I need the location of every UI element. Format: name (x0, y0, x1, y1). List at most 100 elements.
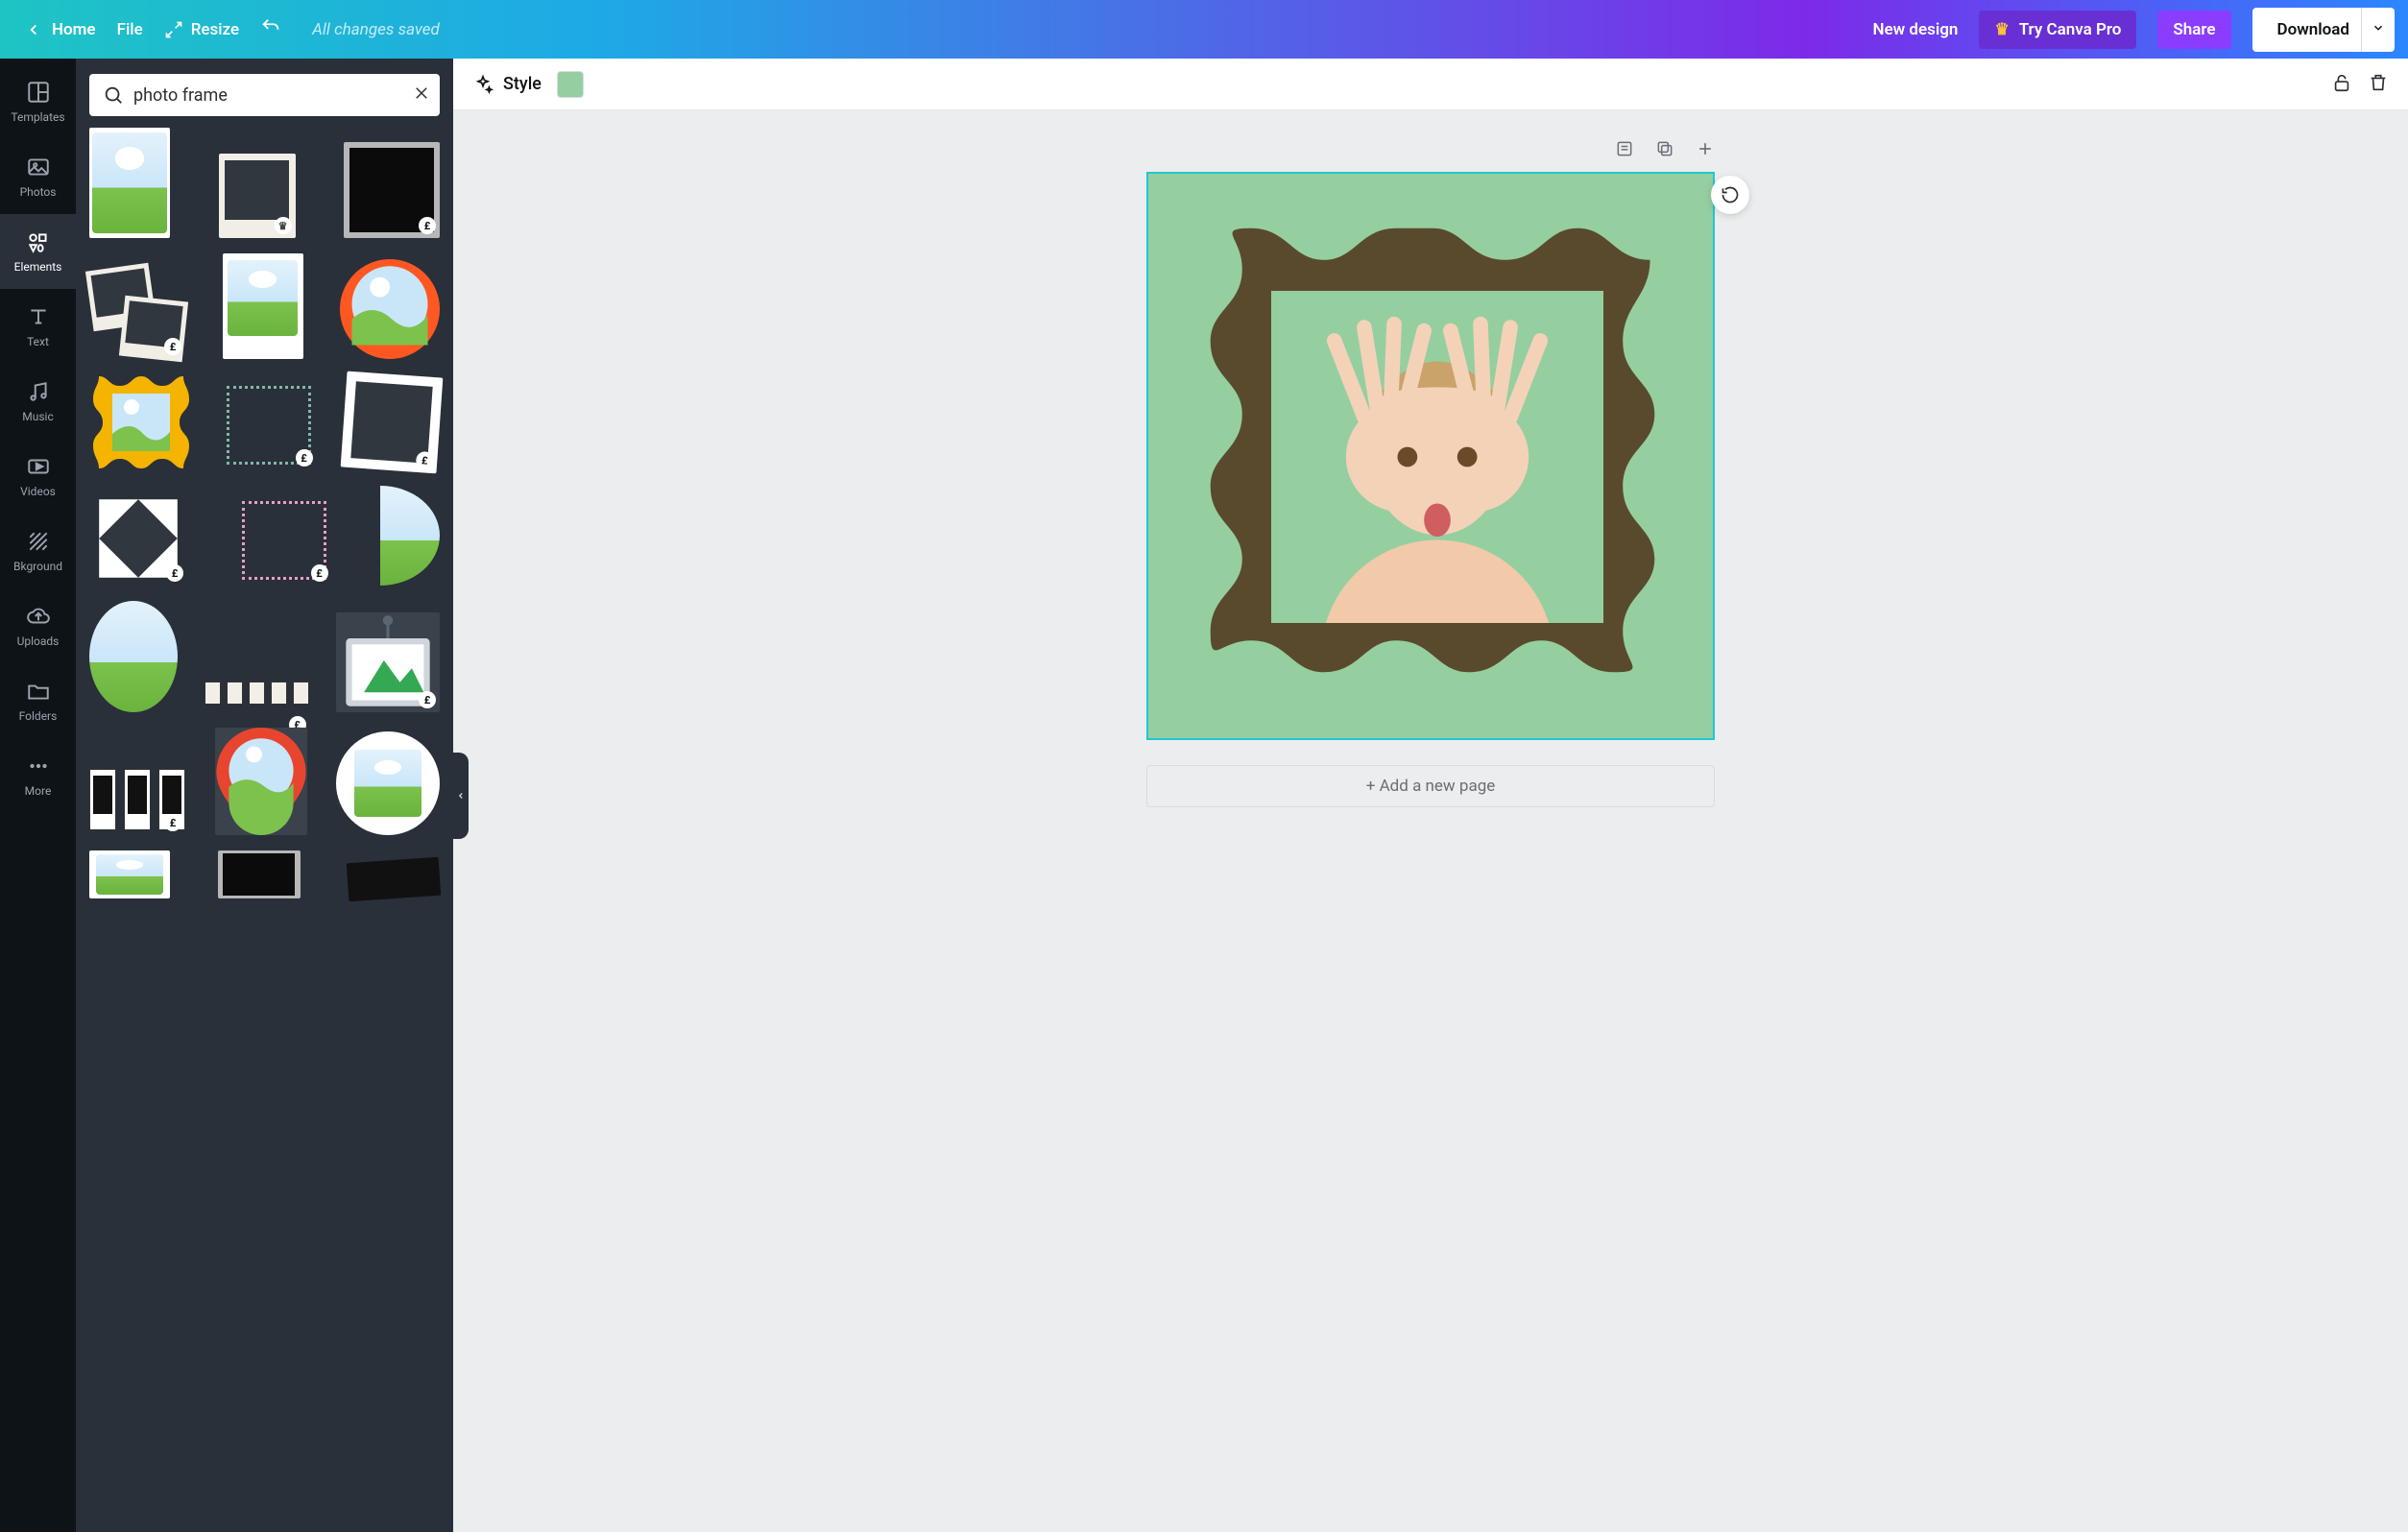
rail-uploads-label: Uploads (17, 634, 60, 648)
result-thumb[interactable] (336, 731, 440, 835)
rail-music-label: Music (22, 410, 53, 423)
try-pro-label: Try Canva Pro (2019, 20, 2122, 39)
download-group: Download (2252, 8, 2395, 52)
rail-uploads[interactable]: Uploads (0, 588, 76, 663)
paid-badge: £ (166, 564, 183, 582)
result-thumb[interactable] (340, 259, 440, 359)
new-design-button[interactable]: New design (1872, 20, 1958, 39)
result-thumb[interactable]: £ (89, 267, 185, 359)
person-photo-placeholder (1271, 291, 1603, 623)
duplicate-page-button[interactable] (1655, 139, 1674, 162)
add-new-page-button[interactable]: + Add a new page (1146, 765, 1715, 807)
garland-icon (205, 674, 310, 712)
rail-more[interactable]: More (0, 738, 76, 813)
result-thumb[interactable]: £ (341, 371, 444, 474)
result-thumb[interactable]: £ (89, 764, 185, 835)
style-button[interactable]: Style (472, 74, 542, 95)
rail-folders[interactable]: Folders (0, 663, 76, 738)
undo-button[interactable] (260, 16, 281, 42)
file-menu[interactable]: File (117, 20, 143, 39)
result-thumb[interactable]: £ (221, 380, 317, 470)
videos-icon (26, 454, 51, 479)
context-toolbar: Style (453, 59, 2408, 110)
search-input[interactable] (133, 85, 403, 106)
add-page-button[interactable] (1696, 139, 1715, 162)
paid-badge: £ (311, 564, 328, 582)
color-swatch[interactable] (557, 71, 584, 98)
result-thumb[interactable]: £ (89, 490, 187, 586)
page-notes-button[interactable] (1615, 139, 1634, 162)
resize-button[interactable]: Resize (164, 20, 239, 39)
page-tools (1146, 139, 1715, 162)
search-results: ♛ £ £ £ £ (76, 128, 453, 1532)
photo-content[interactable] (1271, 291, 1603, 623)
paid-badge: £ (419, 691, 436, 708)
result-thumb[interactable]: £ (205, 674, 310, 712)
design-page[interactable] (1146, 172, 1715, 740)
rail-photos-label: Photos (20, 185, 57, 199)
rail-templates[interactable]: Templates (0, 64, 76, 139)
result-thumb[interactable] (215, 728, 307, 835)
rail-videos[interactable]: Videos (0, 439, 76, 514)
crown-icon: ♛ (1994, 20, 2009, 39)
result-thumb[interactable]: £ (336, 612, 440, 712)
rail-music[interactable]: Music (0, 364, 76, 439)
paid-badge: £ (416, 451, 434, 469)
result-thumb[interactable] (89, 850, 170, 898)
pro-badge: ♛ (275, 217, 292, 234)
paid-badge: £ (164, 338, 181, 355)
chevron-left-icon (25, 21, 42, 38)
download-button[interactable]: Download (2252, 8, 2365, 52)
rail-elements[interactable]: Elements (0, 214, 76, 289)
resize-icon (164, 20, 183, 39)
undo-icon (260, 16, 281, 37)
editor: Style (453, 59, 2408, 1532)
download-label: Download (2277, 20, 2349, 39)
rail-elements-label: Elements (14, 260, 62, 274)
rail-background-label: Bkground (13, 560, 62, 573)
chevron-down-icon (2372, 21, 2385, 35)
elements-panel: ♛ £ £ £ £ (76, 59, 453, 1532)
search-box (89, 74, 440, 116)
share-button[interactable]: Share (2157, 11, 2230, 49)
left-rail: Templates Photos Elements Text Music Vid… (0, 59, 76, 1532)
result-thumb[interactable] (223, 253, 303, 359)
lock-button[interactable] (2331, 72, 2352, 97)
home-label: Home (52, 20, 96, 39)
result-thumb[interactable] (218, 850, 301, 898)
home-link[interactable]: Home (25, 20, 96, 39)
unlock-icon (2331, 72, 2352, 93)
result-thumb[interactable] (89, 601, 178, 712)
collapse-panel-button[interactable] (453, 753, 469, 839)
result-thumb[interactable] (89, 128, 170, 238)
download-dropdown[interactable] (2361, 8, 2395, 52)
result-thumb[interactable]: £ (236, 495, 332, 586)
rail-videos-label: Videos (20, 485, 56, 498)
fancy-frame-icon (89, 374, 193, 470)
elements-icon (26, 229, 51, 254)
rail-more-label: More (25, 784, 52, 798)
rail-background[interactable]: Bkground (0, 514, 76, 588)
paid-badge: £ (419, 217, 436, 234)
regenerate-button[interactable] (1711, 176, 1749, 214)
uploads-icon (26, 604, 51, 629)
delete-button[interactable] (2368, 72, 2389, 97)
clear-search-button[interactable] (413, 84, 430, 106)
rail-text[interactable]: Text (0, 289, 76, 364)
music-icon (26, 379, 51, 404)
plus-icon (1696, 139, 1715, 158)
map-pin-icon (215, 728, 307, 835)
result-thumb[interactable] (347, 857, 442, 902)
photos-icon (26, 155, 51, 180)
try-pro-button[interactable]: ♛ Try Canva Pro (1979, 11, 2136, 49)
top-bar: Home File Resize All changes saved New d… (0, 0, 2408, 59)
result-thumb[interactable] (380, 486, 440, 586)
rail-photos[interactable]: Photos (0, 139, 76, 214)
close-icon (413, 84, 430, 102)
notes-icon (1615, 139, 1634, 158)
refresh-icon (1721, 185, 1740, 204)
canvas-area[interactable]: + Add a new page (453, 110, 2408, 1532)
result-thumb[interactable] (89, 374, 193, 470)
result-thumb[interactable]: £ (344, 142, 440, 238)
result-thumb[interactable]: ♛ (219, 154, 296, 238)
